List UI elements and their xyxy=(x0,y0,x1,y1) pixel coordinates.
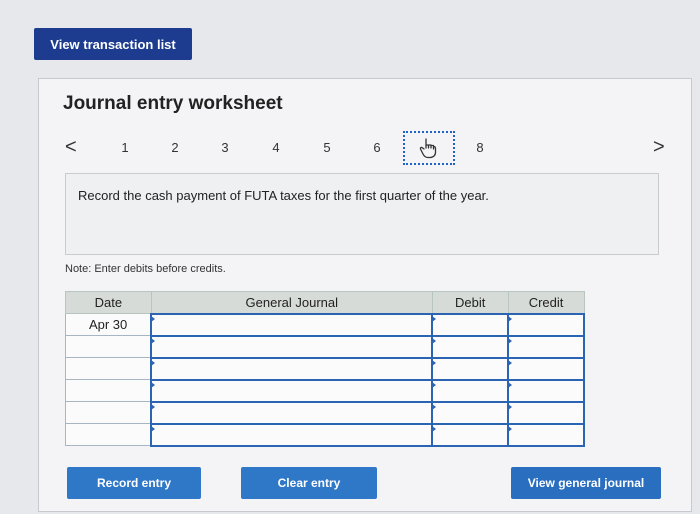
general-journal-header: General Journal xyxy=(150,291,433,314)
journal-entry-worksheet-panel: Journal entry worksheet < 1 2 3 4 5 6 8 … xyxy=(38,78,692,512)
date-header: Date xyxy=(65,291,152,314)
date-cell xyxy=(65,423,152,446)
worksheet-title: Journal entry worksheet xyxy=(63,93,283,114)
date-cell xyxy=(65,335,152,358)
step-2[interactable]: 2 xyxy=(167,140,183,155)
credit-input[interactable] xyxy=(507,334,585,359)
date-cell xyxy=(65,357,152,380)
credit-input[interactable] xyxy=(507,312,585,337)
credit-input[interactable] xyxy=(507,422,585,447)
step-1[interactable]: 1 xyxy=(117,140,133,155)
table-row: Apr 30 xyxy=(65,312,585,337)
prev-step-icon[interactable]: < xyxy=(65,136,77,159)
table-row xyxy=(65,356,585,381)
hand-pointer-icon xyxy=(419,138,437,159)
step-7-current[interactable] xyxy=(403,131,455,165)
credit-input[interactable] xyxy=(507,356,585,381)
date-cell xyxy=(65,401,152,424)
general-journal-input[interactable] xyxy=(150,400,434,425)
table-row xyxy=(65,400,585,425)
view-general-journal-button[interactable]: View general journal xyxy=(511,467,661,499)
debit-input[interactable] xyxy=(431,334,510,359)
debit-input[interactable] xyxy=(431,422,510,447)
general-journal-input[interactable] xyxy=(150,422,434,447)
table-row xyxy=(65,334,585,359)
step-8[interactable]: 8 xyxy=(472,140,488,155)
step-6[interactable]: 6 xyxy=(369,140,385,155)
debit-input[interactable] xyxy=(431,356,510,381)
table-row xyxy=(65,422,585,447)
debit-input[interactable] xyxy=(431,400,510,425)
date-cell xyxy=(65,379,152,402)
general-journal-input[interactable] xyxy=(150,378,434,403)
instruction-text: Record the cash payment of FUTA taxes fo… xyxy=(78,188,489,203)
journal-table: Date General Journal Debit Credit Apr 30 xyxy=(65,291,585,447)
credit-header: Credit xyxy=(507,291,585,314)
debit-input[interactable] xyxy=(431,312,510,337)
debit-header: Debit xyxy=(431,291,509,314)
record-entry-button[interactable]: Record entry xyxy=(67,467,201,499)
general-journal-input[interactable] xyxy=(150,312,434,337)
clear-entry-button[interactable]: Clear entry xyxy=(241,467,377,499)
date-cell: Apr 30 xyxy=(65,313,152,336)
general-journal-input[interactable] xyxy=(150,356,434,381)
step-4[interactable]: 4 xyxy=(268,140,284,155)
view-transaction-list-button[interactable]: View transaction list xyxy=(34,28,192,60)
next-step-icon[interactable]: > xyxy=(653,136,665,159)
instruction-box: Record the cash payment of FUTA taxes fo… xyxy=(65,173,659,255)
credit-input[interactable] xyxy=(507,400,585,425)
step-navigation: < 1 2 3 4 5 6 8 > xyxy=(39,131,693,167)
step-5[interactable]: 5 xyxy=(319,140,335,155)
general-journal-input[interactable] xyxy=(150,334,434,359)
credit-input[interactable] xyxy=(507,378,585,403)
table-row xyxy=(65,378,585,403)
note-text: Note: Enter debits before credits. xyxy=(65,263,226,275)
debit-input[interactable] xyxy=(431,378,510,403)
step-3[interactable]: 3 xyxy=(217,140,233,155)
